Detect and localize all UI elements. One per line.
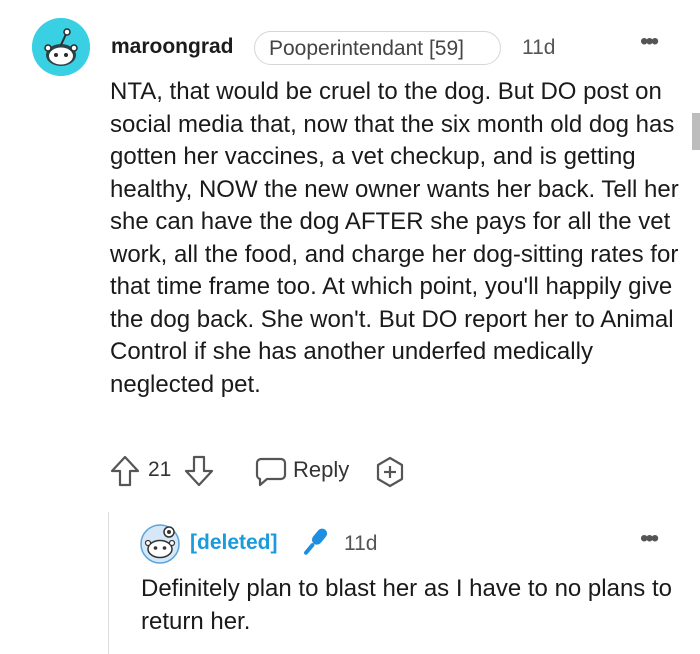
reply-bubble-icon[interactable] bbox=[255, 455, 287, 487]
snoo-avatar-icon bbox=[32, 18, 90, 76]
comment-username[interactable]: maroongrad bbox=[111, 35, 234, 59]
user-flair: Pooperintendant [59] bbox=[254, 31, 501, 65]
comment-body: NTA, that would be cruel to the dog. But… bbox=[110, 78, 679, 398]
reply-button[interactable]: Reply bbox=[293, 457, 349, 483]
comment-timestamp: 11d bbox=[522, 36, 556, 59]
deleted-user-avatar-icon bbox=[140, 524, 180, 564]
reply-timestamp: 11d bbox=[344, 532, 378, 555]
reply-more-options-button[interactable]: ••• bbox=[640, 525, 659, 553]
scrollbar-thumb[interactable] bbox=[692, 113, 700, 150]
more-options-button[interactable]: ••• bbox=[640, 28, 659, 56]
reply-username[interactable]: [deleted] bbox=[190, 531, 278, 555]
user-avatar[interactable] bbox=[32, 18, 90, 76]
reply-body: Definitely plan to blast her as I have t… bbox=[141, 575, 672, 635]
award-plus-icon[interactable] bbox=[374, 456, 406, 488]
upvote-arrow-icon[interactable] bbox=[110, 455, 140, 487]
thread-line[interactable] bbox=[108, 512, 109, 654]
downvote-arrow-icon[interactable] bbox=[184, 455, 214, 487]
vote-count: 21 bbox=[148, 458, 172, 481]
microphone-icon bbox=[304, 528, 328, 555]
